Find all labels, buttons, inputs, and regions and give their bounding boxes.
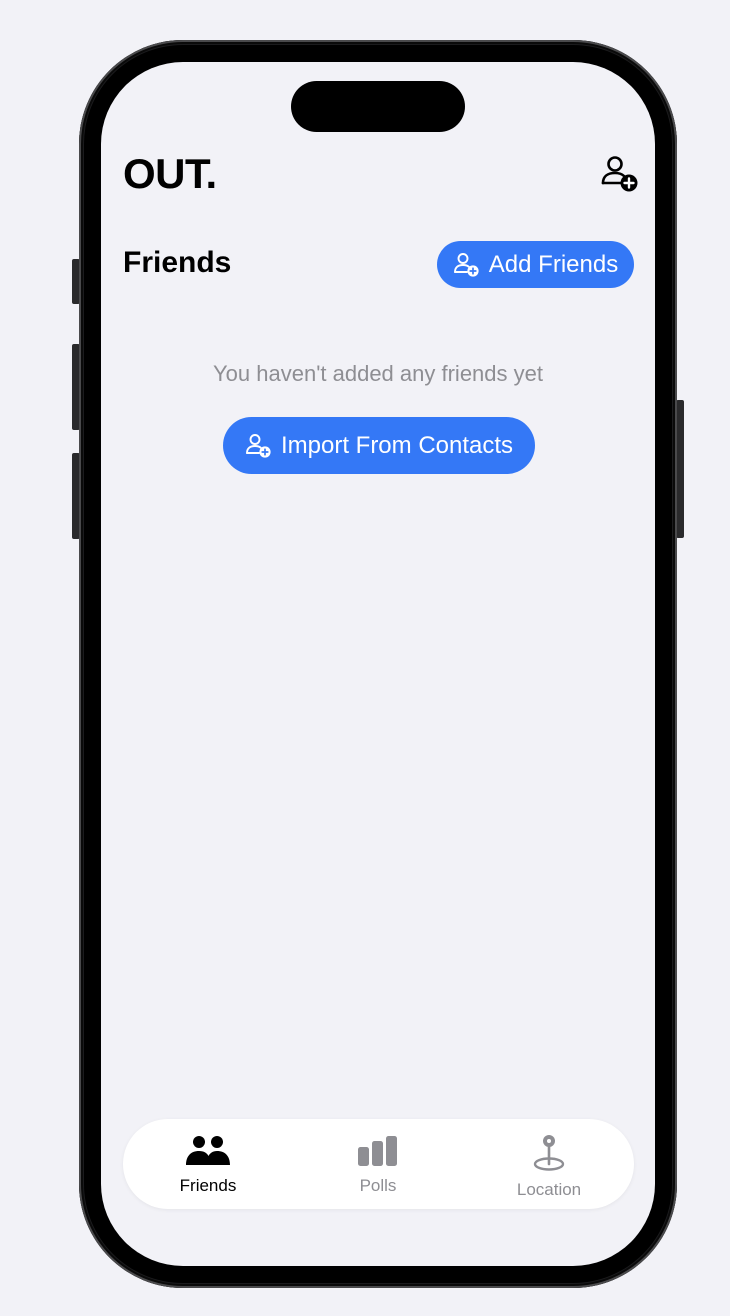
- app-title: OUT.: [123, 150, 217, 197]
- add-friends-label: Add Friends: [488, 250, 619, 278]
- two-people-icon: [143, 1135, 273, 1167]
- power-button: [676, 400, 684, 538]
- import-from-contacts-button[interactable]: Import From Contacts: [223, 417, 535, 474]
- person-add-icon: [601, 156, 638, 192]
- tab-friends-label: Friends: [179, 1176, 237, 1195]
- person-add-icon: [245, 433, 273, 459]
- phone-screen: OUT. Friends Add Friends You haven't add…: [101, 62, 655, 1266]
- stage: OUT. Friends Add Friends You haven't add…: [0, 0, 730, 1316]
- tab-friends[interactable]: Friends: [143, 1119, 273, 1209]
- tab-location[interactable]: Location: [484, 1119, 614, 1209]
- empty-state-message: You haven't added any friends yet: [213, 361, 543, 386]
- bar-chart-icon: [313, 1135, 443, 1167]
- tab-polls[interactable]: Polls: [313, 1119, 443, 1209]
- map-pin-icon: [484, 1134, 614, 1172]
- dynamic-island: [291, 81, 465, 132]
- person-add-icon: [453, 252, 481, 278]
- import-from-contacts-label: Import From Contacts: [280, 431, 514, 459]
- tab-polls-label: Polls: [359, 1176, 397, 1195]
- add-friends-button[interactable]: Add Friends: [437, 241, 634, 288]
- add-friend-header-button[interactable]: [599, 153, 641, 195]
- tab-location-label: Location: [516, 1180, 582, 1199]
- friends-section-title: Friends: [123, 246, 232, 279]
- tab-bar: Friends Polls Location: [123, 1119, 634, 1209]
